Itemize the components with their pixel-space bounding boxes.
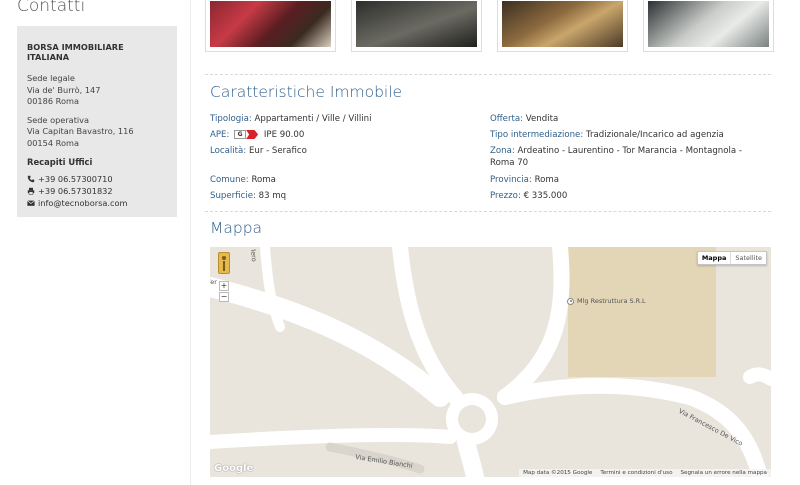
poi-pin-icon xyxy=(567,297,574,305)
photo-thumbnail[interactable] xyxy=(497,0,628,52)
provincia-value: Roma xyxy=(534,175,560,185)
divider xyxy=(205,74,771,75)
offerta-row: Offerta: Vendita xyxy=(490,113,558,125)
contacts-heading: Contatti xyxy=(17,0,86,16)
map-type-satellite-button[interactable]: Satellite xyxy=(731,252,766,264)
sede-legale-address: Via de' Burrò, 147 xyxy=(27,84,101,95)
terms-link[interactable]: Termini e condizioni d'uso xyxy=(600,470,672,476)
tipo-intermediazione-value: Tradizionale/Incarico ad agenzia xyxy=(585,130,724,140)
sede-operativa-address: Via Capitan Bavastro, 116 xyxy=(27,126,134,136)
tipo-intermediazione-row: Tipo intermediazione: Tradizionale/Incar… xyxy=(490,129,724,141)
envelope-icon xyxy=(27,199,35,207)
comune-label: Comune: xyxy=(210,175,249,185)
localita-value: Eur - Serafico xyxy=(248,146,307,156)
report-error-link[interactable]: Segnala un errore nella mappa xyxy=(681,470,768,476)
map-poi[interactable]: Mlg Restruttura S.R.L xyxy=(567,297,646,305)
fax-row: +39 06.57301832 xyxy=(27,185,167,197)
offerta-label: Offerta: xyxy=(490,114,524,124)
superficie-value: 83 mq xyxy=(258,191,287,201)
prezzo-value: € 335.000 xyxy=(523,191,568,201)
map-roads xyxy=(210,247,771,477)
map-data-text: Map data ©2015 Google xyxy=(523,470,593,476)
zona-row: Zona: Ardeatino - Laurentino - Tor Maran… xyxy=(490,145,760,169)
contact-box: BORSA IMMOBILIARE ITALIANA Sede legale V… xyxy=(17,26,177,217)
localita-row: Località: Eur - Serafico xyxy=(210,145,307,157)
tipologia-value: Appartamenti / Ville / Villini xyxy=(254,114,372,124)
zona-value: Ardeatino - Laurentino - Tor Marancia - … xyxy=(517,146,742,156)
tipologia-row: Tipologia: Appartamenti / Ville / Villin… xyxy=(210,113,372,125)
email-row[interactable]: info@tecnoborsa.com xyxy=(27,197,167,209)
ape-label: APE: xyxy=(210,130,230,140)
provincia-row: Provincia: Roma xyxy=(490,174,559,186)
energy-class-badge: G xyxy=(234,130,259,139)
zona-value-continued: Roma 70 xyxy=(490,158,529,168)
photo-thumbnail[interactable] xyxy=(205,0,336,52)
map-attribution: Map data ©2015 Google Termini e condizio… xyxy=(519,469,771,477)
energy-class-letter: G xyxy=(234,130,247,139)
sede-operativa-city: 00154 Roma xyxy=(27,137,79,148)
sede-operativa-label: Sede operativa xyxy=(27,114,90,125)
sede-legale-label: Sede legale xyxy=(27,73,75,83)
zoom-out-button[interactable]: − xyxy=(219,292,229,302)
photo-thumbnail[interactable] xyxy=(351,0,482,52)
road-label: lero xyxy=(249,249,259,262)
fax-number: +39 06.57301832 xyxy=(38,186,113,196)
map-type-control: Mappa Satellite xyxy=(696,251,767,265)
map-type-map-button[interactable]: Mappa xyxy=(698,252,732,264)
email-link[interactable]: info@tecnoborsa.com xyxy=(38,197,127,209)
tipo-intermediazione-label: Tipo intermediazione: xyxy=(490,130,584,140)
provincia-label: Provincia: xyxy=(490,175,532,185)
bathroom-photo xyxy=(648,1,769,47)
offerta-value: Vendita xyxy=(525,114,559,124)
prezzo-label: Prezzo: xyxy=(490,191,521,201)
phone-icon xyxy=(27,175,35,183)
features-heading: Caratteristiche Immobile xyxy=(210,83,403,101)
zoom-in-button[interactable]: + xyxy=(219,281,229,291)
hallway-photo xyxy=(502,1,623,47)
poi-label: Mlg Restruttura S.R.L xyxy=(577,297,646,305)
google-map[interactable]: + − Mlg Restruttura S.R.L Via Francesco … xyxy=(210,247,771,477)
recapiti-heading: Recapiti Uffici xyxy=(27,157,93,167)
living-room-photo xyxy=(210,1,331,47)
tipologia-label: Tipologia: xyxy=(210,114,252,124)
photo-thumbnail[interactable] xyxy=(643,0,774,52)
divider xyxy=(205,211,771,212)
printer-icon xyxy=(27,187,35,195)
road-label: fer xyxy=(210,278,217,286)
comune-row: Comune: Roma xyxy=(210,174,276,186)
street-view-pegman-icon[interactable] xyxy=(218,252,230,274)
ape-value: IPE 90.00 xyxy=(263,130,305,140)
superficie-label: Superficie: xyxy=(210,191,256,201)
map-heading: Mappa xyxy=(210,219,263,237)
energy-class-arrow-icon xyxy=(246,130,259,139)
prezzo-row: Prezzo: € 335.000 xyxy=(490,190,567,202)
phone-row: +39 06.57300710 xyxy=(27,173,167,185)
map-block xyxy=(568,247,716,377)
phone-number: +39 06.57300710 xyxy=(38,174,113,184)
company-name: BORSA IMMOBILIARE ITALIANA xyxy=(27,42,124,62)
localita-label: Località: xyxy=(210,146,247,156)
google-logo: Google xyxy=(214,463,254,474)
sede-legale-city: 00186 Roma xyxy=(27,96,79,106)
ape-row: APE: G IPE 90.00 xyxy=(210,129,304,141)
superficie-row: Superficie: 83 mq xyxy=(210,190,286,202)
column-divider xyxy=(190,0,191,485)
zona-label: Zona: xyxy=(490,146,515,156)
comune-value: Roma xyxy=(251,175,276,185)
corridor-photo xyxy=(356,1,477,47)
